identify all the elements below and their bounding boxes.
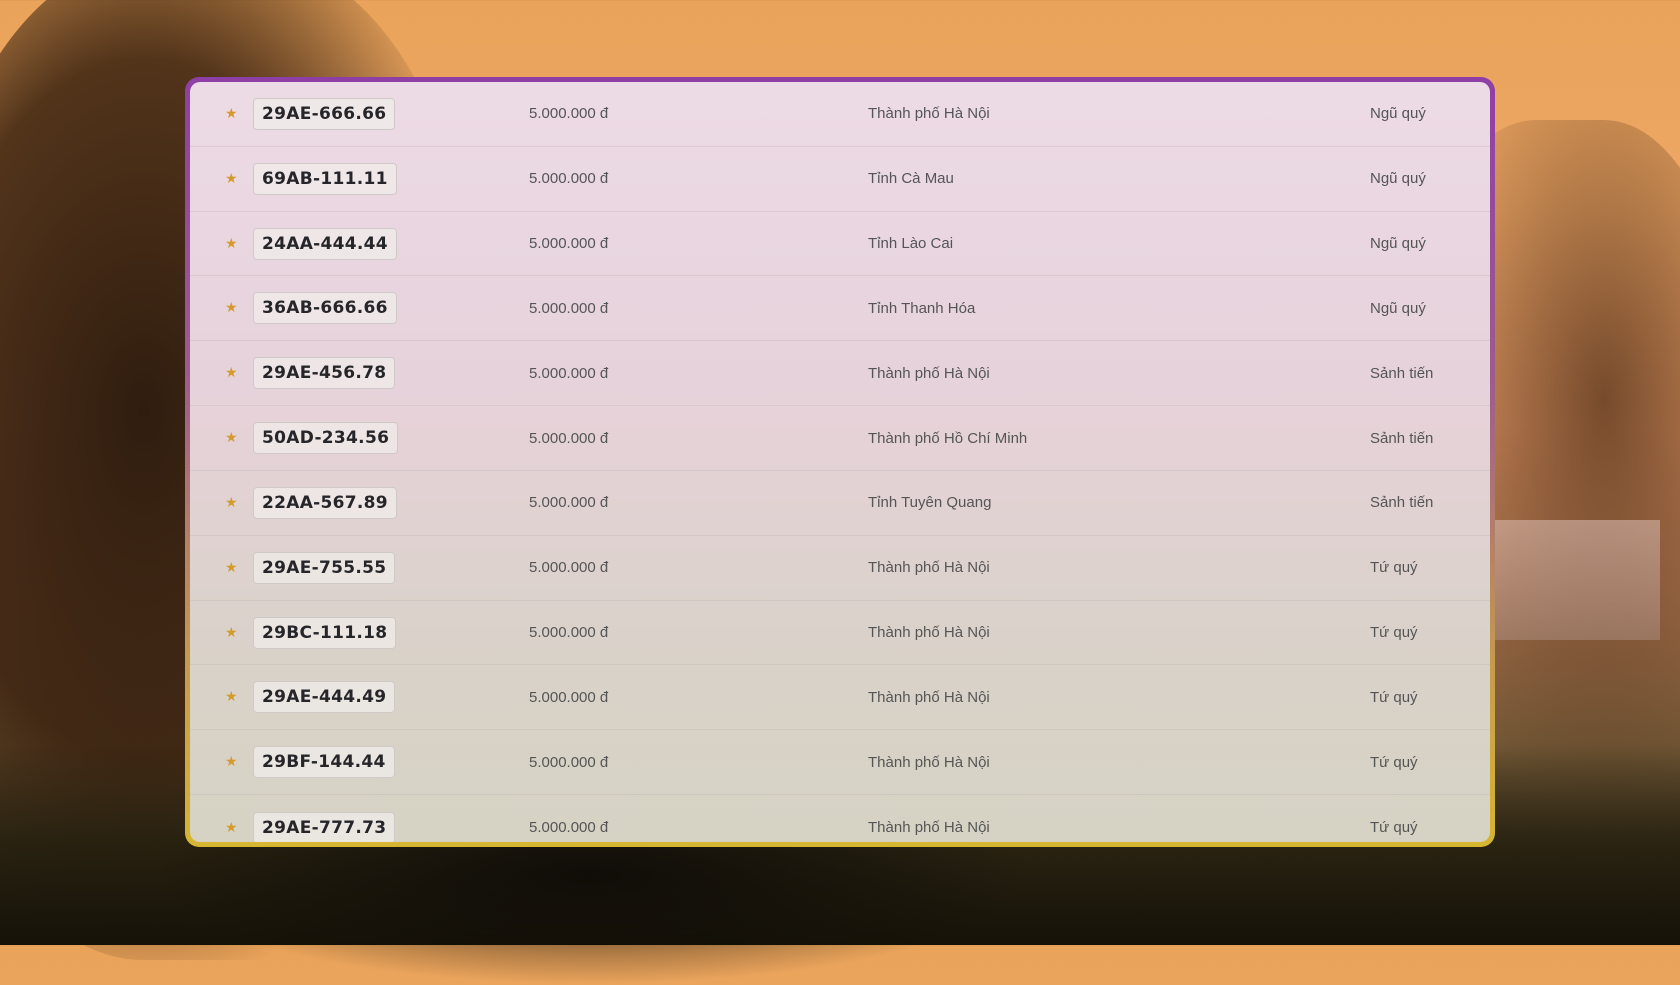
plate-category: Tứ quý	[1370, 624, 1418, 642]
plate-category: Tứ quý	[1370, 819, 1418, 837]
plate-list-row[interactable]: ★ 29BC-111.18 5.000.000 đ Thành phố Hà N…	[190, 601, 1490, 666]
plate-category: Tứ quý	[1370, 688, 1418, 706]
star-icon[interactable]: ★	[225, 495, 238, 511]
plate-price: 5.000.000 đ	[529, 105, 609, 123]
plate-province: Thành phố Hồ Chí Minh	[868, 429, 1028, 447]
plate-province: Thành phố Hà Nội	[868, 753, 990, 771]
plate-list-panel: ★ 29AE-666.66 5.000.000 đ Thành phố Hà N…	[185, 77, 1495, 847]
plate-province: Thành phố Hà Nội	[868, 364, 990, 382]
star-icon[interactable]: ★	[225, 106, 238, 122]
star-icon[interactable]: ★	[225, 560, 238, 576]
plate-category: Ngũ quý	[1370, 170, 1426, 188]
plate-list: ★ 29AE-666.66 5.000.000 đ Thành phố Hà N…	[190, 82, 1490, 842]
plate-list-row[interactable]: ★ 24AA-444.44 5.000.000 đ Tỉnh Lào Cai N…	[190, 212, 1490, 277]
plate-province: Thành phố Hà Nội	[868, 105, 990, 123]
plate-number[interactable]: 29BC-111.18	[253, 616, 397, 649]
star-icon[interactable]: ★	[225, 300, 238, 316]
plate-number[interactable]: 22AA-567.89	[253, 486, 397, 519]
plate-price: 5.000.000 đ	[529, 235, 609, 253]
plate-number[interactable]: 29AE-444.49	[253, 681, 396, 714]
plate-list-row[interactable]: ★ 29AE-456.78 5.000.000 đ Thành phố Hà N…	[190, 341, 1490, 407]
plate-list-row[interactable]: ★ 29AE-666.66 5.000.000 đ Thành phố Hà N…	[190, 82, 1490, 147]
plate-category: Ngũ quý	[1370, 105, 1426, 123]
plate-price: 5.000.000 đ	[529, 170, 609, 188]
plate-list-row[interactable]: ★ 29BF-144.44 5.000.000 đ Thành phố Hà N…	[190, 730, 1490, 796]
plate-number[interactable]: 29BF-144.44	[253, 746, 395, 779]
plate-list-row[interactable]: ★ 29AE-777.73 5.000.000 đ Thành phố Hà N…	[190, 795, 1490, 842]
plate-category: Sảnh tiến	[1370, 364, 1434, 382]
plate-number[interactable]: 29AE-666.66	[253, 97, 396, 130]
plate-province: Thành phố Hà Nội	[868, 688, 990, 706]
plate-province: Tỉnh Cà Mau	[868, 170, 954, 188]
plate-price: 5.000.000 đ	[529, 624, 609, 642]
star-icon[interactable]: ★	[225, 820, 238, 836]
plate-number[interactable]: 50AD-234.56	[253, 422, 399, 455]
plate-province: Thành phố Hà Nội	[868, 624, 990, 642]
plate-price: 5.000.000 đ	[529, 559, 609, 577]
plate-price: 5.000.000 đ	[529, 753, 609, 771]
plate-number[interactable]: 24AA-444.44	[253, 227, 397, 260]
plate-list-row[interactable]: ★ 22AA-567.89 5.000.000 đ Tỉnh Tuyên Qua…	[190, 471, 1490, 536]
plate-number[interactable]: 29AE-456.78	[253, 357, 396, 390]
plate-category: Tứ quý	[1370, 753, 1418, 771]
plate-list-row[interactable]: ★ 69AB-111.11 5.000.000 đ Tỉnh Cà Mau Ng…	[190, 147, 1490, 212]
plate-price: 5.000.000 đ	[529, 429, 609, 447]
plate-price: 5.000.000 đ	[529, 819, 609, 837]
star-icon[interactable]: ★	[225, 625, 238, 641]
star-icon[interactable]: ★	[225, 365, 238, 381]
plate-price: 5.000.000 đ	[529, 688, 609, 706]
plate-category: Ngũ quý	[1370, 299, 1426, 317]
plate-province: Tỉnh Thanh Hóa	[868, 299, 976, 317]
plate-number[interactable]: 36AB-666.66	[253, 292, 397, 325]
plate-category: Tứ quý	[1370, 559, 1418, 577]
plate-list-row[interactable]: ★ 29AE-444.49 5.000.000 đ Thành phố Hà N…	[190, 665, 1490, 731]
plate-province: Thành phố Hà Nội	[868, 559, 990, 577]
plate-price: 5.000.000 đ	[529, 364, 609, 382]
plate-province: Tỉnh Tuyên Quang	[868, 494, 992, 512]
plate-list-row[interactable]: ★ 50AD-234.56 5.000.000 đ Thành phố Hồ C…	[190, 406, 1490, 471]
plate-list-row[interactable]: ★ 29AE-755.55 5.000.000 đ Thành phố Hà N…	[190, 536, 1490, 601]
plate-province: Thành phố Hà Nội	[868, 819, 990, 837]
plate-number[interactable]: 29AE-777.73	[253, 811, 396, 842]
plate-category: Sảnh tiến	[1370, 494, 1434, 512]
plate-category: Ngũ quý	[1370, 235, 1426, 253]
star-icon[interactable]: ★	[225, 171, 238, 187]
plate-price: 5.000.000 đ	[529, 494, 609, 512]
star-icon[interactable]: ★	[225, 689, 238, 705]
star-icon[interactable]: ★	[225, 236, 238, 252]
plate-price: 5.000.000 đ	[529, 299, 609, 317]
plate-list-row[interactable]: ★ 36AB-666.66 5.000.000 đ Tỉnh Thanh Hóa…	[190, 276, 1490, 342]
plate-category: Sảnh tiến	[1370, 429, 1434, 447]
star-icon[interactable]: ★	[225, 430, 238, 446]
plate-province: Tỉnh Lào Cai	[868, 235, 954, 253]
plate-number[interactable]: 29AE-755.55	[253, 551, 396, 584]
background-building	[1490, 520, 1660, 640]
star-icon[interactable]: ★	[225, 754, 238, 770]
plate-number[interactable]: 69AB-111.11	[253, 162, 397, 195]
